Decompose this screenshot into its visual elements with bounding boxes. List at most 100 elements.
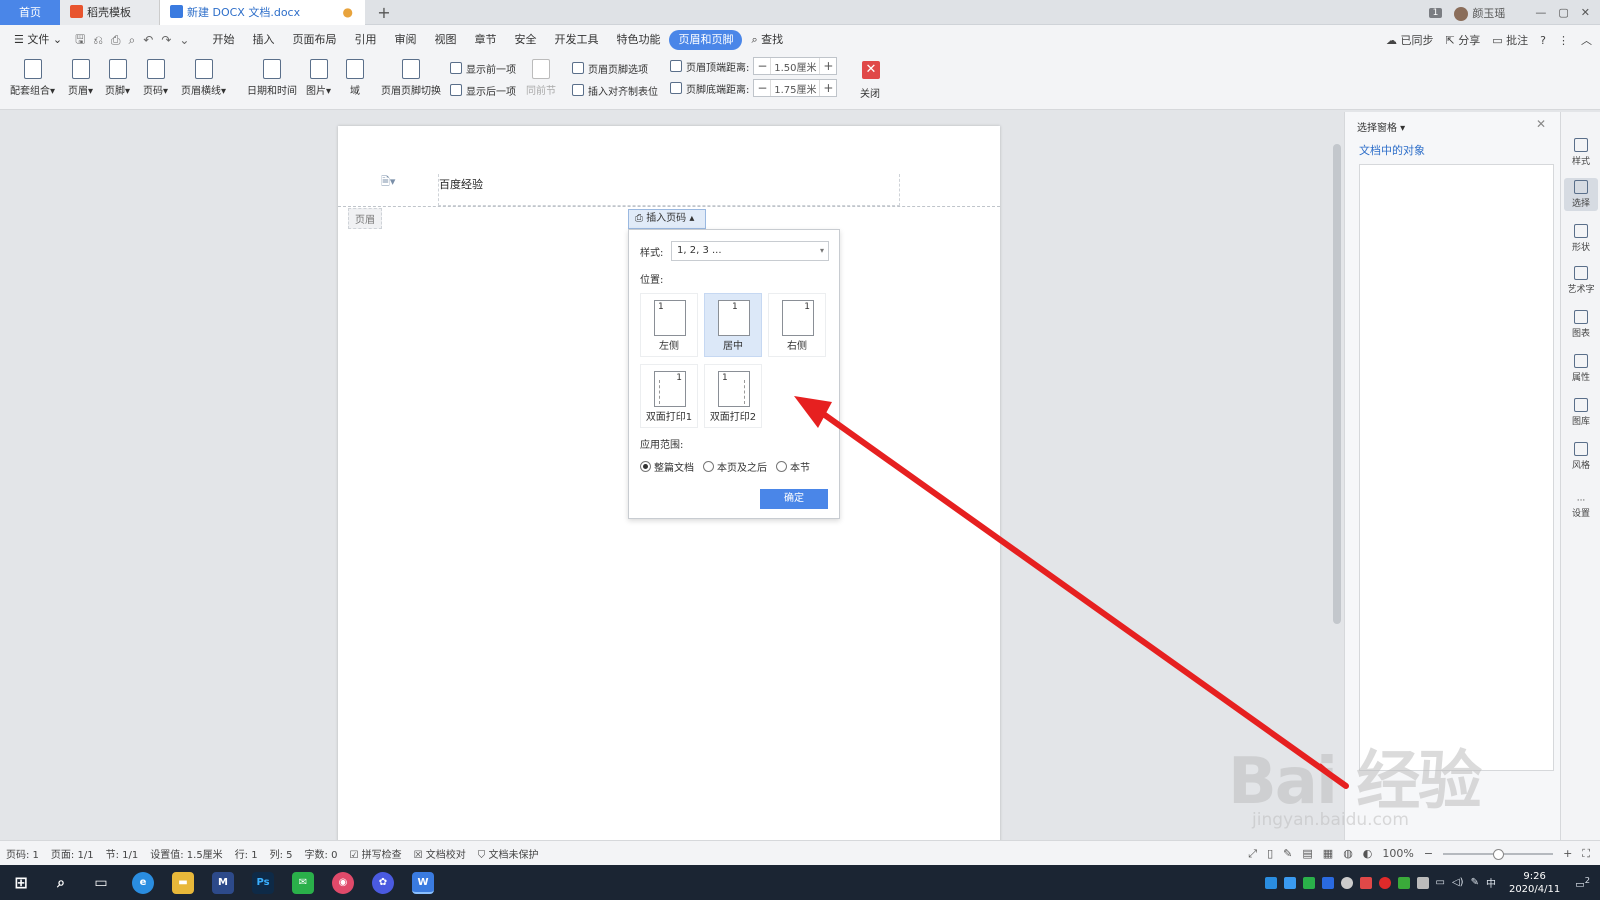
- header-button[interactable]: 页眉▾: [68, 59, 93, 97]
- undo-icon[interactable]: ↶: [139, 33, 157, 47]
- header-doc-icon[interactable]: 🗎▾: [381, 173, 395, 192]
- picture-button[interactable]: 图片▾: [306, 59, 331, 97]
- window-count-badge[interactable]: 1: [1428, 7, 1443, 18]
- print-preview-icon[interactable]: ⌕: [125, 33, 140, 48]
- file-menu[interactable]: ☰ 文件 ⌄: [0, 30, 71, 50]
- sidebar-item-settings[interactable]: ··· 设置: [1564, 496, 1598, 519]
- sidebar-item-theme[interactable]: 风格: [1564, 442, 1598, 471]
- footer-button[interactable]: 页脚▾: [105, 59, 130, 97]
- tray-network-icon[interactable]: ▭: [1436, 877, 1445, 888]
- zoom-in-icon[interactable]: +: [1563, 847, 1572, 860]
- save-icon[interactable]: 🖫: [71, 30, 89, 51]
- sidebar-item-select[interactable]: 选择: [1564, 178, 1598, 211]
- new-tab-button[interactable]: +: [372, 0, 396, 25]
- more-icon[interactable]: ⋮: [1558, 34, 1569, 47]
- menu-insert[interactable]: 插入: [243, 30, 283, 50]
- file-explorer-icon[interactable]: ▬: [172, 872, 194, 894]
- tray-security-icon[interactable]: [1283, 876, 1296, 889]
- scope-after-radio[interactable]: 本页及之后: [703, 459, 767, 474]
- collapse-ribbon-icon[interactable]: ︿: [1581, 32, 1592, 48]
- combo-button[interactable]: 配套组合▾: [10, 59, 55, 97]
- position-left[interactable]: 1 左侧: [640, 293, 698, 357]
- menu-reference[interactable]: 引用: [345, 30, 385, 50]
- footer-bottom-spinner[interactable]: −+: [753, 79, 838, 97]
- tray-360-icon[interactable]: [1359, 876, 1372, 889]
- menu-features[interactable]: 特色功能: [607, 30, 669, 50]
- scroll-thumb[interactable]: [1333, 144, 1341, 624]
- photoshop-icon[interactable]: Ps: [252, 872, 274, 894]
- sidebar-item-wordart[interactable]: 艺术字: [1564, 266, 1598, 295]
- baidu-icon[interactable]: ✿: [372, 872, 394, 894]
- position-duplex1[interactable]: 1 双面打印1: [640, 364, 698, 428]
- position-right[interactable]: 1 右侧: [768, 293, 826, 357]
- menu-view[interactable]: 视图: [425, 30, 465, 50]
- hf-switch-button[interactable]: 页眉页脚切换: [381, 59, 441, 97]
- same-prev-button[interactable]: 同前节: [526, 59, 556, 97]
- undo-history-icon[interactable]: ⎌: [89, 33, 107, 48]
- sidebar-item-properties[interactable]: 属性: [1564, 354, 1598, 383]
- insert-page-number-button[interactable]: ⎙ 插入页码 ▴: [628, 209, 706, 229]
- restore-button[interactable]: ▢: [1558, 6, 1568, 19]
- tray-mic-icon[interactable]: [1340, 876, 1353, 889]
- read-mode-icon[interactable]: ▯: [1267, 847, 1273, 860]
- header-top-minus[interactable]: −: [754, 59, 770, 73]
- header-top-spinner[interactable]: −+: [753, 57, 838, 75]
- task-view-icon[interactable]: ▭: [90, 872, 112, 894]
- app-icon[interactable]: M: [212, 872, 234, 894]
- menu-start[interactable]: 开始: [203, 30, 243, 50]
- close-hf-icon[interactable]: ✕: [862, 61, 880, 79]
- menu-layout[interactable]: 页面布局: [283, 30, 345, 50]
- edit-mode-icon[interactable]: ✎: [1283, 847, 1292, 860]
- taskbar-clock[interactable]: 9:26 2020/4/11: [1509, 870, 1560, 896]
- tray-keyboard-icon[interactable]: [1416, 876, 1429, 889]
- show-prev-button[interactable]: 显示前一项: [450, 59, 516, 77]
- zoom-level[interactable]: 100%: [1382, 847, 1413, 860]
- header-area[interactable]: 百度经验: [438, 174, 900, 206]
- sync-status[interactable]: ☁ 已同步: [1386, 32, 1434, 48]
- footer-bottom-input[interactable]: [770, 80, 821, 96]
- tray-record-icon[interactable]: [1378, 876, 1391, 889]
- scope-section-radio[interactable]: 本节: [776, 459, 810, 474]
- windows-start-icon[interactable]: ⊞: [10, 872, 32, 894]
- objects-in-document-link[interactable]: 文档中的对象: [1359, 142, 1425, 158]
- eye-protect-icon[interactable]: ◐: [1363, 847, 1373, 860]
- scope-whole-radio[interactable]: 整篇文档: [640, 459, 694, 474]
- tray-network-app-icon[interactable]: [1397, 876, 1410, 889]
- close-hf-label[interactable]: 关闭: [860, 85, 880, 100]
- protect-button[interactable]: ⛉ 文档未保护: [472, 846, 545, 861]
- insert-tab-button[interactable]: 插入对齐制表位: [572, 81, 658, 99]
- show-next-button[interactable]: 显示后一项: [450, 81, 516, 99]
- tray-volume-icon[interactable]: ◁): [1452, 877, 1464, 888]
- sidebar-item-chart[interactable]: 图表: [1564, 310, 1598, 339]
- browser-icon[interactable]: e: [132, 872, 154, 894]
- fit-page-icon[interactable]: ⛶: [1582, 847, 1590, 861]
- media-icon[interactable]: ◉: [332, 872, 354, 894]
- tray-pen-icon[interactable]: ✎: [1471, 877, 1479, 888]
- tray-shield-icon[interactable]: [1264, 876, 1277, 889]
- zoom-out-icon[interactable]: −: [1424, 847, 1433, 860]
- tab-template[interactable]: 稻壳模板: [60, 0, 160, 25]
- tray-ime[interactable]: 中: [1486, 875, 1496, 890]
- zoom-slider[interactable]: [1443, 848, 1554, 860]
- tab-document[interactable]: 新建 DOCX 文档.docx ●: [160, 0, 365, 25]
- menu-security[interactable]: 安全: [505, 30, 545, 50]
- wps-writer-icon[interactable]: W: [412, 872, 434, 894]
- tray-app-icon[interactable]: [1321, 876, 1334, 889]
- style-select[interactable]: 1, 2, 3 ... ▾: [671, 241, 829, 261]
- help-icon[interactable]: ?: [1540, 34, 1546, 47]
- header-top-input[interactable]: [770, 58, 821, 74]
- menu-developer[interactable]: 开发工具: [545, 30, 607, 50]
- menu-header-footer[interactable]: 页眉和页脚: [669, 30, 743, 50]
- datetime-button[interactable]: 日期和时间: [247, 59, 297, 97]
- header-top-plus[interactable]: +: [820, 59, 836, 73]
- position-duplex2[interactable]: 1 双面打印2: [704, 364, 762, 428]
- share-button[interactable]: ⇱ 分享: [1446, 32, 1481, 48]
- selection-pane-title[interactable]: 选择窗格 ▾: [1357, 119, 1405, 134]
- footer-bottom-plus[interactable]: +: [820, 81, 836, 95]
- page-number-button[interactable]: 页码▾: [143, 59, 168, 97]
- header-line-button[interactable]: 页眉横线▾: [181, 59, 226, 97]
- spell-check-button[interactable]: ☑ 拼写检查: [343, 846, 407, 861]
- fullscreen-icon[interactable]: ⤢: [1248, 847, 1257, 861]
- field-button[interactable]: 域: [346, 59, 364, 97]
- minimize-button[interactable]: —: [1535, 6, 1546, 19]
